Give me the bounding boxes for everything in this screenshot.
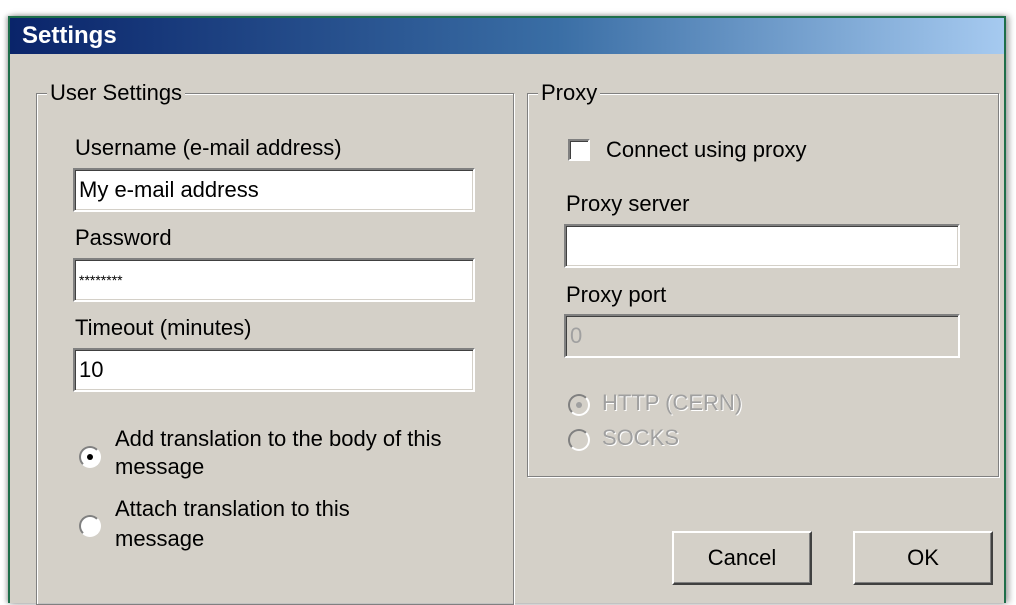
user-settings-group: User Settings Username (e-mail address) …	[36, 79, 514, 605]
proxy-server-label: Proxy server	[566, 191, 690, 216]
password-label: Password	[75, 225, 172, 250]
cancel-button[interactable]: Cancel	[672, 531, 812, 585]
socks-radio[interactable]	[568, 429, 590, 451]
connect-proxy-label[interactable]: Connect using proxy	[606, 137, 807, 163]
http-cern-label[interactable]: HTTP (CERN)	[602, 390, 742, 416]
proxy-legend: Proxy	[538, 79, 601, 107]
connect-proxy-checkbox[interactable]	[568, 139, 590, 161]
http-cern-radio[interactable]	[568, 394, 590, 416]
attach-label-line2[interactable]: message	[115, 526, 204, 552]
proxy-port-input[interactable]	[564, 314, 960, 358]
add-to-body-radio[interactable]	[79, 446, 101, 468]
radio-dot	[87, 454, 93, 460]
title-bar[interactable]: Settings	[10, 18, 1004, 54]
proxy-port-label: Proxy port	[566, 282, 667, 307]
username-label: Username (e-mail address)	[75, 135, 342, 160]
settings-dialog: Settings User Settings Username (e-mail …	[8, 16, 1006, 605]
ok-button[interactable]: OK	[853, 531, 993, 585]
attach-radio[interactable]	[79, 515, 101, 537]
add-to-body-label-line1[interactable]: Add translation to the body of this	[115, 426, 442, 452]
user-settings-legend: User Settings	[47, 79, 186, 107]
socks-label[interactable]: SOCKS	[602, 425, 679, 451]
timeout-input[interactable]	[73, 348, 475, 392]
proxy-server-input[interactable]	[564, 224, 960, 268]
add-to-body-label-line2[interactable]: message	[115, 454, 204, 480]
radio-dot	[576, 402, 582, 408]
username-input[interactable]	[73, 168, 475, 212]
attach-label-line1[interactable]: Attach translation to this	[115, 496, 350, 522]
window-title: Settings	[22, 22, 117, 49]
proxy-group: Proxy Connect using proxy Proxy server P…	[527, 79, 999, 477]
password-input[interactable]	[73, 258, 475, 302]
timeout-label: Timeout (minutes)	[75, 315, 252, 340]
